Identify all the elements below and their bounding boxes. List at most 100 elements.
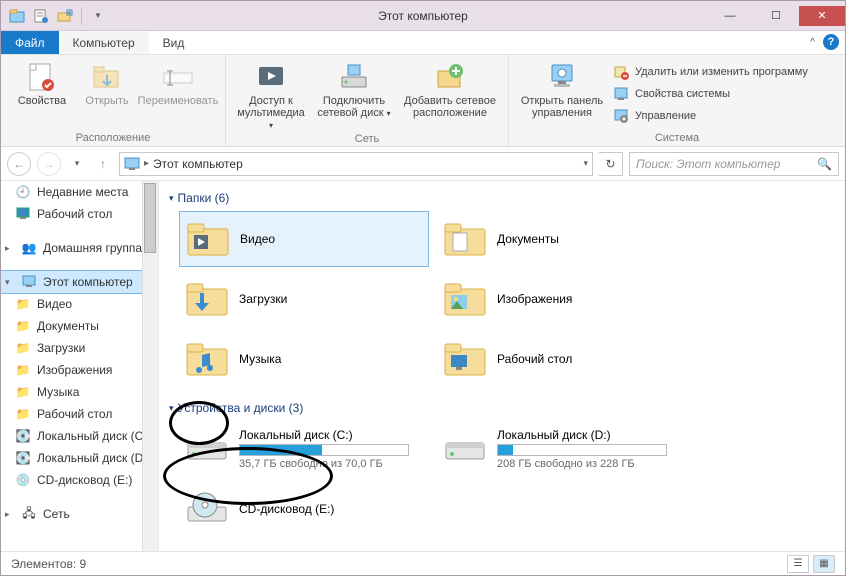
tab-computer[interactable]: Компьютер — [59, 31, 149, 54]
cpanel-button[interactable]: Открыть панель управления — [517, 59, 607, 119]
group-label-system: Система — [517, 130, 837, 144]
drive-name: Локальный диск (C:) — [239, 428, 423, 442]
back-button[interactable]: ← — [7, 152, 31, 176]
mapdrive-button[interactable]: Подключить сетевой диск ▾ — [314, 59, 394, 119]
sidebar-item-documents[interactable]: 📁Документы — [1, 315, 158, 337]
drive-icon — [185, 429, 229, 469]
open-icon — [91, 61, 123, 93]
cd-drive-icon — [185, 489, 229, 529]
sidebar-item-diskd[interactable]: 💽Локальный диск (D:) — [1, 447, 158, 469]
item-desktop[interactable]: Рабочий стол — [437, 331, 687, 387]
tab-file[interactable]: Файл — [1, 31, 59, 54]
sidebar-item-desktop[interactable]: Рабочий стол — [1, 203, 158, 225]
properties-button[interactable]: Свойства — [9, 59, 75, 107]
media-button[interactable]: Доступ к мультимедиа ▾ — [234, 59, 308, 131]
qat-newfolder-icon[interactable] — [55, 6, 75, 26]
help-icon[interactable]: ? — [823, 34, 839, 50]
section-devices[interactable]: ▾Устройства и диски (3) — [169, 401, 835, 415]
addr-dropdown-icon[interactable]: ▾ — [583, 158, 588, 169]
item-drive-d[interactable]: Локальный диск (D:) 208 ГБ свободно из 2… — [437, 421, 687, 477]
mapdrive-label: Подключить сетевой диск ▾ — [314, 95, 394, 119]
ribbon-group-network: Доступ к мультимедиа ▾ Подключить сетево… — [226, 55, 509, 146]
view-details-button[interactable]: ☰ — [787, 555, 809, 573]
nav-sidebar: 🕘Недавние места Рабочий стол ▸👥Домашняя … — [1, 181, 159, 551]
item-drive-e[interactable]: CD-дисковод (E:) — [179, 481, 429, 537]
sidebar-scroll-thumb[interactable] — [144, 183, 156, 253]
sysprops-icon — [613, 86, 629, 102]
minimize-button[interactable]: — — [707, 6, 753, 26]
ribbon-group-system: Открыть панель управления Удалить или из… — [509, 55, 845, 146]
rename-button[interactable]: Переименовать — [139, 59, 217, 107]
item-label: Документы — [497, 232, 559, 246]
sidebar-item-music[interactable]: 📁Музыка — [1, 381, 158, 403]
sidebar-item-downloads[interactable]: 📁Загрузки — [1, 337, 158, 359]
folder-icon — [186, 219, 230, 259]
media-icon — [255, 61, 287, 93]
sidebar-item-pictures[interactable]: 📁Изображения — [1, 359, 158, 381]
search-box[interactable]: Поиск: Этот компьютер 🔍 — [629, 152, 839, 176]
manage-button[interactable]: Управление — [613, 105, 808, 127]
manage-icon — [613, 108, 629, 124]
breadcrumb[interactable]: Этот компьютер — [153, 157, 243, 171]
folder-icon: 📁 — [15, 384, 31, 400]
network-icon: 🖧 — [21, 506, 37, 522]
item-label: Изображения — [497, 292, 572, 306]
addloc-button[interactable]: Добавить сетевое расположение — [400, 59, 500, 119]
uninstall-button[interactable]: Удалить или изменить программу — [613, 61, 808, 83]
close-button[interactable]: ✕ — [799, 6, 845, 26]
up-button[interactable]: ↑ — [93, 152, 113, 176]
qat-properties-icon[interactable] — [31, 6, 51, 26]
item-label: Рабочий стол — [497, 352, 572, 366]
drives-grid: Локальный диск (C:) 35,7 ГБ свободно из … — [179, 421, 835, 537]
forward-button[interactable]: → — [37, 152, 61, 176]
tab-view[interactable]: Вид — [149, 31, 199, 54]
drive-free-text: 35,7 ГБ свободно из 70,0 ГБ — [239, 458, 423, 470]
item-music[interactable]: Музыка — [179, 331, 429, 387]
app-icon[interactable] — [7, 6, 27, 26]
mapdrive-icon — [338, 61, 370, 93]
search-icon: 🔍 — [817, 157, 832, 171]
view-tiles-button[interactable]: ▦ — [813, 555, 835, 573]
qat-dropdown-icon[interactable]: ▼ — [88, 6, 108, 26]
window-controls: — ☐ ✕ — [707, 6, 845, 26]
quick-access-toolbar: ▼ — [1, 6, 108, 26]
item-documents[interactable]: Документы — [437, 211, 687, 267]
drive-icon: 💽 — [15, 428, 31, 444]
open-button[interactable]: Открыть — [81, 59, 133, 107]
collapse-ribbon-icon[interactable]: ^ — [810, 37, 815, 48]
item-downloads[interactable]: Загрузки — [179, 271, 429, 327]
sidebar-scrollbar[interactable] — [142, 181, 158, 551]
sysprops-button[interactable]: Свойства системы — [613, 83, 808, 105]
sidebar-item-sdesktop[interactable]: 📁Рабочий стол — [1, 403, 158, 425]
section-folders[interactable]: ▾Папки (6) — [169, 191, 835, 205]
media-label: Доступ к мультимедиа ▾ — [234, 95, 308, 131]
sidebar-item-cddrive[interactable]: 💿CD-дисковод (E:) — [1, 469, 158, 491]
view-buttons: ☰ ▦ — [787, 555, 835, 573]
folder-icon — [185, 279, 229, 319]
maximize-button[interactable]: ☐ — [753, 6, 799, 26]
rename-label: Переименовать — [138, 95, 219, 107]
item-drive-c[interactable]: Локальный диск (C:) 35,7 ГБ свободно из … — [179, 421, 429, 477]
folder-icon — [443, 339, 487, 379]
sidebar-item-network[interactable]: ▸🖧Сеть — [1, 503, 158, 525]
sidebar-item-videos[interactable]: 📁Видео — [1, 293, 158, 315]
group-label-network: Сеть — [234, 131, 500, 145]
sidebar-item-homegroup[interactable]: ▸👥Домашняя группа — [1, 237, 158, 259]
navigation-bar: ← → ▾ ↑ ▸ Этот компьютер ▾ ↻ Поиск: Этот… — [1, 147, 845, 181]
drive-icon: 💽 — [15, 450, 31, 466]
folder-icon — [185, 339, 229, 379]
thispc-icon — [124, 156, 140, 172]
explorer-window: ▼ Этот компьютер — ☐ ✕ Файл Компьютер Ви… — [0, 0, 846, 576]
sidebar-item-diskc[interactable]: 💽Локальный диск (C:) — [1, 425, 158, 447]
item-pictures[interactable]: Изображения — [437, 271, 687, 327]
sidebar-item-thispc[interactable]: ▾Этот компьютер — [1, 271, 158, 293]
address-bar[interactable]: ▸ Этот компьютер ▾ — [119, 152, 593, 176]
history-dropdown[interactable]: ▾ — [67, 152, 87, 176]
item-videos[interactable]: Видео — [179, 211, 429, 267]
desktop-icon — [15, 206, 31, 222]
group-label-location: Расположение — [9, 130, 217, 144]
refresh-button[interactable]: ↻ — [599, 152, 623, 176]
sidebar-item-recent[interactable]: 🕘Недавние места — [1, 181, 158, 203]
cpanel-icon — [546, 61, 578, 93]
cpanel-label: Открыть панель управления — [517, 95, 607, 119]
